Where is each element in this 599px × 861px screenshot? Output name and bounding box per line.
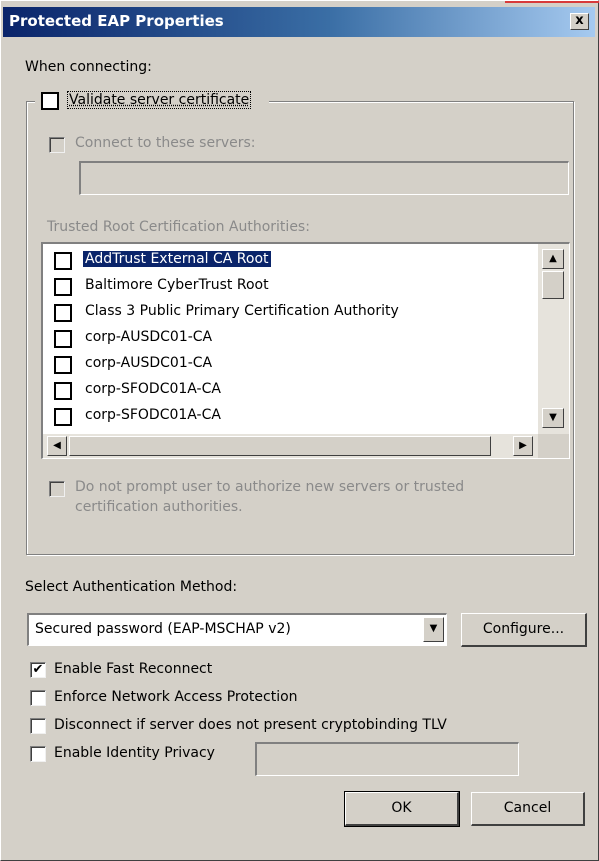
ok-button[interactable]: OK: [344, 791, 460, 827]
fast-reconnect-checkbox[interactable]: ✔: [30, 662, 46, 678]
cancel-button-label: Cancel: [503, 800, 552, 816]
scrollbar-corner: [538, 434, 569, 458]
scroll-down-button[interactable]: ▼: [542, 408, 564, 428]
no-prompt-checkbox[interactable]: [49, 481, 65, 497]
horizontal-scroll-thumb[interactable]: [69, 436, 491, 456]
vertical-scrollbar[interactable]: ▲ ▼: [538, 244, 569, 434]
dropdown-button[interactable]: ▼: [423, 617, 444, 642]
vertical-scroll-thumb[interactable]: [542, 271, 564, 299]
list-item-label: corp-SFODC01A-CA: [85, 407, 221, 423]
list-item-label: corp-AUSDC01-CA: [85, 329, 213, 345]
list-item-label: Baltimore CyberTrust Root: [85, 277, 269, 293]
auth-method-select[interactable]: Secured password (EAP-MSCHAP v2) ▼: [27, 613, 447, 646]
identity-privacy-checkbox[interactable]: [30, 746, 46, 762]
no-prompt-label-line1: Do not prompt user to authorize new serv…: [75, 479, 465, 495]
connect-servers-checkbox[interactable]: [49, 137, 65, 153]
list-item-label: corp-SFODC01A-CA: [85, 381, 221, 397]
list-item-label: Class 3 Public Primary Certification Aut…: [85, 303, 399, 319]
scroll-left-icon: ◀: [53, 440, 61, 451]
scroll-down-icon: ▼: [549, 412, 557, 423]
ok-button-label: OK: [391, 800, 412, 816]
title-bar[interactable]: Protected EAP Properties x: [3, 7, 595, 37]
scroll-right-button[interactable]: ▶: [513, 436, 533, 456]
fast-reconnect-label: Enable Fast Reconnect: [54, 661, 213, 677]
enforce-nap-checkbox[interactable]: [30, 690, 46, 706]
configure-button-label: Configure...: [482, 621, 565, 637]
configure-button[interactable]: Configure...: [461, 613, 587, 647]
cancel-button[interactable]: Cancel: [471, 792, 585, 826]
cryptobinding-label: Disconnect if server does not present cr…: [54, 717, 447, 733]
list-item-checkbox[interactable]: [54, 330, 72, 348]
list-item-checkbox[interactable]: [54, 252, 72, 270]
no-prompt-label-line2: certification authorities.: [75, 499, 243, 515]
list-item-checkbox[interactable]: [54, 356, 72, 374]
list-item-checkbox[interactable]: [54, 278, 72, 296]
scroll-left-button[interactable]: ◀: [47, 436, 67, 456]
close-button[interactable]: x: [570, 13, 589, 30]
auth-method-label: Select Authentication Method:: [25, 579, 238, 595]
list-item-label: AddTrust External CA Root: [82, 250, 272, 268]
when-connecting-label: When connecting:: [25, 59, 152, 75]
checkmark-icon: ✔: [32, 662, 44, 677]
background-window-edge: [505, 1, 599, 3]
auth-method-value: Secured password (EAP-MSCHAP v2): [35, 621, 291, 637]
scroll-right-icon: ▶: [519, 440, 527, 451]
window-title: Protected EAP Properties: [9, 12, 224, 30]
protected-eap-properties-dialog: Protected EAP Properties x When connecti…: [0, 0, 599, 861]
connect-servers-input[interactable]: [79, 161, 569, 195]
validate-cert-label: Validate server certificate: [66, 91, 252, 109]
scroll-up-icon: ▲: [549, 253, 557, 264]
list-item-label: corp-AUSDC01-CA: [85, 355, 213, 371]
horizontal-scrollbar[interactable]: ◀ ▶: [43, 434, 539, 458]
chevron-down-icon: ▼: [429, 623, 438, 634]
trusted-root-ca-list[interactable]: AddTrust External CA Root Baltimore Cybe…: [41, 242, 570, 459]
cryptobinding-checkbox[interactable]: [30, 718, 46, 734]
close-icon: x: [575, 13, 584, 28]
identity-privacy-input[interactable]: [255, 742, 519, 776]
list-item-checkbox[interactable]: [54, 408, 72, 426]
list-item-checkbox[interactable]: [54, 382, 72, 400]
identity-privacy-label: Enable Identity Privacy: [54, 745, 215, 761]
validate-cert-checkbox[interactable]: [41, 92, 59, 110]
connect-servers-label: Connect to these servers:: [75, 135, 256, 151]
list-item-checkbox[interactable]: [54, 304, 72, 322]
trusted-root-label: Trusted Root Certification Authorities:: [47, 219, 310, 235]
scroll-up-button[interactable]: ▲: [542, 249, 564, 269]
enforce-nap-label: Enforce Network Access Protection: [54, 689, 298, 705]
